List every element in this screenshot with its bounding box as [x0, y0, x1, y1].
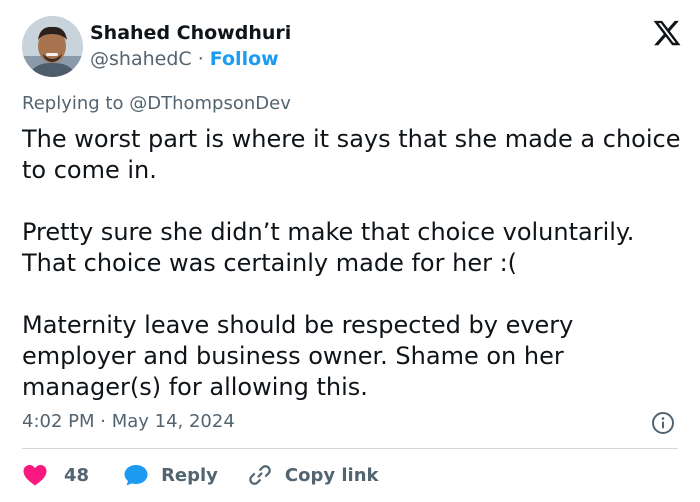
tweet-body: The worst part is where it says that she… [22, 124, 682, 403]
tweet-paragraph: Maternity leave should be respected by e… [22, 311, 574, 401]
author-handle-line: @shahedC · Follow [90, 46, 291, 72]
action-divider [22, 448, 678, 449]
info-icon[interactable] [651, 411, 675, 435]
reply-label: Reply [161, 464, 218, 486]
reply-context-prefix: Replying to [22, 93, 124, 114]
avatar-image [22, 16, 83, 77]
tweet-paragraph: Pretty sure she didn’t make that choice … [22, 218, 635, 277]
follow-button[interactable]: Follow [210, 48, 279, 70]
link-icon [249, 465, 271, 485]
like-button[interactable]: 48 [22, 463, 89, 487]
handle-separator: · [197, 48, 204, 70]
action-bar: 48 Reply Copy link [22, 460, 379, 490]
author-names: Shahed Chowdhuri @shahedC · Follow [90, 20, 291, 72]
author-display-name[interactable]: Shahed Chowdhuri [90, 20, 291, 46]
avatar[interactable] [22, 16, 83, 77]
copy-link-label: Copy link [284, 464, 379, 486]
copy-link-button[interactable]: Copy link [248, 463, 379, 487]
tweet-header: Shahed Chowdhuri @shahedC · Follow [22, 16, 682, 78]
heart-icon [23, 465, 47, 486]
reply-button[interactable]: Reply [123, 463, 218, 487]
tweet-timestamp[interactable]: 4:02 PM · May 14, 2024 [22, 410, 235, 434]
reply-context: Replying to @DThompsonDev [22, 92, 291, 116]
x-logo-icon[interactable] [652, 18, 682, 48]
like-count: 48 [64, 464, 90, 486]
reply-context-mention[interactable]: @DThompsonDev [129, 93, 291, 114]
tweet-paragraph: The worst part is where it says that she… [22, 125, 681, 184]
author-handle[interactable]: @shahedC [90, 48, 192, 70]
tweet-card: Shahed Chowdhuri @shahedC · Follow Reply… [0, 0, 700, 502]
speech-bubble-icon [124, 465, 148, 486]
